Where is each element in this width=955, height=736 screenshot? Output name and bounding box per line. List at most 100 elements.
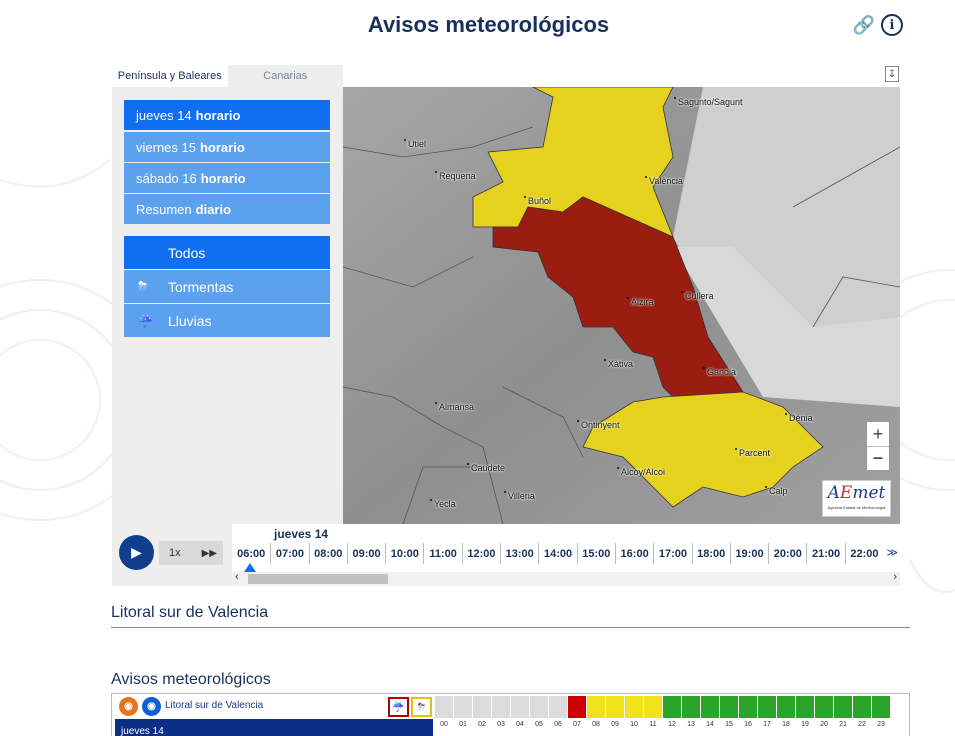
rain-icon: ☔ — [138, 313, 153, 328]
hour-cell[interactable]: 09:00 — [346, 543, 385, 564]
hour-level-block — [454, 696, 472, 718]
hour-number: 01 — [459, 721, 467, 728]
zoom-out-button[interactable]: − — [867, 446, 889, 470]
town-label: Utiel — [403, 139, 427, 149]
scroll-right-icon[interactable]: › — [893, 571, 897, 583]
hour-level-block — [587, 696, 605, 718]
link-icon[interactable]: 🔗 — [853, 14, 875, 36]
hour-cell[interactable]: 20:00 — [768, 543, 806, 564]
hour-cell[interactable]: 12:00 — [461, 543, 500, 564]
warnings-zone-row: ◉ ◉ Litoral sur de Valencia ☔ ⛈ — [112, 694, 909, 719]
hour-cell[interactable]: 14:00 — [538, 543, 576, 564]
day-mode: diario — [195, 201, 232, 217]
town-label: Requena — [435, 171, 476, 181]
hour-level-block — [530, 696, 548, 718]
hour-cell[interactable]: 19:00 — [729, 543, 768, 564]
hour-number: 03 — [497, 721, 505, 728]
tab-canarias[interactable]: Canarias — [227, 65, 343, 87]
hour-timeline: jueves 14 06:00 07:00 08:00 09:00 10:00 11:00… — [232, 524, 900, 586]
filter-lluvias[interactable]: ☔ Lluvias — [124, 304, 330, 337]
hour-level-block — [739, 696, 757, 718]
town-label: Almansa — [434, 402, 475, 412]
next-hours-icon[interactable]: ≫ — [886, 546, 898, 559]
logo-subtitle: Agencia Estatal de Meteorología — [827, 505, 886, 510]
hour-number: 16 — [744, 721, 752, 728]
town-label: Calp — [765, 486, 788, 496]
hour-cell[interactable]: 08:00 — [308, 543, 347, 564]
filter-tormentas[interactable]: ⛈ Tormentas — [124, 270, 330, 303]
hour-cell[interactable]: 15:00 — [576, 543, 615, 564]
hour-level-block — [682, 696, 700, 718]
town-label: Parcent — [734, 448, 771, 458]
town-label: Caudete — [466, 463, 506, 473]
hour-level-block — [853, 696, 871, 718]
hour-cell[interactable]: 10:00 — [385, 543, 423, 564]
day-label: jueves 14 — [136, 107, 192, 123]
hour-level-block — [473, 696, 491, 718]
filter-todos[interactable]: Todos — [124, 236, 330, 269]
day-button-sabado[interactable]: sábado 16 horario — [124, 163, 330, 193]
hour-numbers: 00 01 02 03 04 05 06 07 08 09 10 11 12 13 14 15 16 17 18 19… — [435, 721, 891, 728]
page-title: Avisos meteorológicos — [367, 12, 610, 37]
time-player: ▶ 1x ▶▶ jueves 14 06:00 07:00 08:00 09:00 10:… — [112, 524, 900, 586]
zone-link[interactable]: Litoral sur de Valencia — [165, 700, 263, 711]
hour-number: 19 — [801, 721, 809, 728]
hour-level-block — [492, 696, 510, 718]
day-button-resumen[interactable]: Resumen diario — [124, 194, 330, 224]
day-label: viernes 15 — [136, 139, 196, 155]
map-svg — [343, 87, 900, 524]
day-label: Resumen — [136, 201, 192, 217]
scroll-left-icon[interactable]: ‹ — [235, 571, 239, 583]
hour-number: 05 — [535, 721, 543, 728]
speed-selector[interactable]: 1x ▶▶ — [159, 541, 223, 565]
warning-map[interactable]: Sagunto/Sagunt Utiel Requena València Bu… — [343, 87, 900, 524]
day-mode: horario — [200, 170, 246, 186]
fast-forward-icon[interactable]: ▶▶ — [202, 548, 217, 559]
hour-cell[interactable]: 13:00 — [500, 543, 538, 564]
rss-icon[interactable]: ◉ — [142, 697, 161, 716]
current-hour-marker[interactable] — [244, 563, 256, 572]
hour-number: 10 — [630, 721, 638, 728]
hour-level-block — [758, 696, 776, 718]
day-mode: horario — [195, 107, 241, 123]
day-button-viernes[interactable]: viernes 15 horario — [124, 132, 330, 162]
hour-cell[interactable]: 21:00 — [806, 543, 844, 564]
hour-level-block — [663, 696, 681, 718]
hour-cell[interactable]: 18:00 — [691, 543, 730, 564]
scrollbar-thumb[interactable] — [248, 574, 388, 584]
hour-number: 09 — [611, 721, 619, 728]
info-icon[interactable]: i — [881, 14, 903, 36]
filter-label: Lluvias — [168, 312, 212, 329]
hour-row: 06:00 07:00 08:00 09:00 10:00 11:00 12:00 13:00… — [232, 543, 883, 564]
hour-cell[interactable]: 06:00 — [232, 543, 270, 564]
hour-level-block — [815, 696, 833, 718]
hour-cell[interactable]: 17:00 — [653, 543, 691, 564]
play-button[interactable]: ▶ — [119, 535, 154, 570]
zone-title: Litoral sur de Valencia — [111, 604, 269, 621]
hour-level-block — [435, 696, 453, 718]
hour-cell[interactable]: 16:00 — [614, 543, 653, 564]
hour-number: 22 — [858, 721, 866, 728]
zoom-in-button[interactable]: + — [867, 422, 889, 446]
town-label: Cullera — [681, 291, 714, 301]
hour-cell[interactable]: 07:00 — [270, 543, 308, 564]
tab-peninsula[interactable]: Península y Baleares — [112, 65, 228, 87]
hour-number: 23 — [877, 721, 885, 728]
hour-number: 00 — [440, 721, 448, 728]
hour-cell[interactable]: 11:00 — [423, 543, 461, 564]
hour-number: 07 — [573, 721, 581, 728]
download-icon[interactable]: ↧ — [885, 66, 899, 82]
hour-level-block — [872, 696, 890, 718]
hour-number: 08 — [592, 721, 600, 728]
hour-number: 12 — [668, 721, 676, 728]
town-label: Dénia — [785, 413, 813, 423]
hour-cell[interactable]: 22:00 — [844, 543, 883, 564]
town-label: Gandia — [702, 367, 737, 377]
day-mode: horario — [199, 139, 245, 155]
hour-number: 11 — [649, 721, 657, 728]
day-button-jueves[interactable]: jueves 14 horario — [124, 100, 330, 130]
hour-number: 14 — [706, 721, 714, 728]
horizontal-scrollbar[interactable]: ‹ › — [232, 571, 900, 586]
rss-icon[interactable]: ◉ — [119, 697, 138, 716]
hour-level-block — [644, 696, 662, 718]
